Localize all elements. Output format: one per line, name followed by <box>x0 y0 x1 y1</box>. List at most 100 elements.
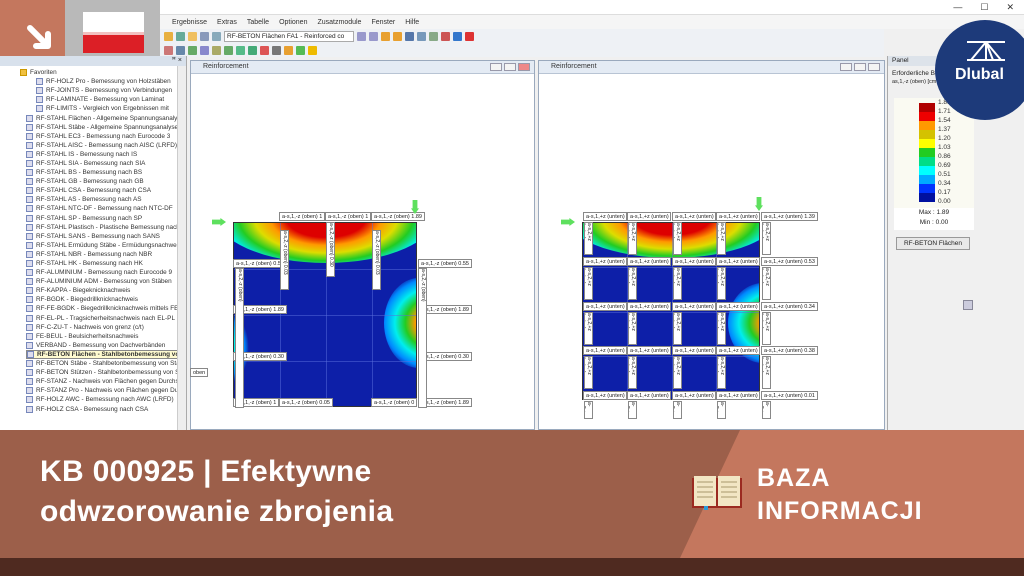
module-item[interactable]: RF-STANZ Pro - Nachweis von Flächen gege… <box>26 386 186 395</box>
result-label-vertical[interactable]: a-s,2,+z (unten) <box>762 222 771 255</box>
menu-ergebnisse[interactable]: Ergebnisse <box>172 19 207 26</box>
result-label-vertical[interactable]: a-s,2,+z (unten) <box>628 222 637 255</box>
result-label-vertical[interactable]: a-s,2,+z (unten) <box>628 401 637 419</box>
result-label-vertical[interactable]: a-s,2,-z (oben) <box>418 268 427 408</box>
minimize-view-button[interactable] <box>840 63 852 71</box>
toolbar-icon[interactable] <box>453 31 462 41</box>
result-label[interactable]: a-s,1,+z (unten) <box>672 391 716 400</box>
menu-extras[interactable]: Extras <box>217 19 237 26</box>
result-label[interactable]: a-s,1,-z (oben) 1 <box>325 212 372 221</box>
toolbar-icon[interactable] <box>176 31 185 41</box>
result-label[interactable]: a-s,1,+z (unten) <box>716 212 760 221</box>
module-item[interactable]: RF-STAHL BS - Bemessung nach BS <box>26 168 186 177</box>
result-label[interactable]: a-s,1,+z (unten) 0.34 <box>761 302 818 311</box>
favorites-folder[interactable]: Favoriten <box>20 68 186 77</box>
menu-optionen[interactable]: Optionen <box>279 19 307 26</box>
result-label[interactable]: a-s,1,+z (unten) 0.01 <box>761 391 818 400</box>
toolbar-icon[interactable] <box>164 31 173 41</box>
maximize-button[interactable]: ☐ <box>980 2 988 13</box>
close-button[interactable]: ✕ <box>1006 2 1014 13</box>
module-item[interactable]: RF-KAPPA - Biegeknicknachweis <box>26 286 186 295</box>
toolbar-icon[interactable] <box>176 45 185 55</box>
result-label-vertical[interactable]: a-s,2,+z (unten) <box>673 356 682 389</box>
result-label-vertical[interactable]: a-s,2,-z (oben) 0.03 <box>372 230 381 290</box>
module-item[interactable]: RF-HOLZ CSA - Bemessung nach CSA <box>26 404 186 413</box>
result-label[interactable]: a-s,1,-z (oben) 0.55 <box>233 259 287 268</box>
result-label[interactable]: a-s,1,+z (unten) <box>716 346 760 355</box>
minimize-button[interactable]: — <box>953 2 962 13</box>
toolbar-icon[interactable] <box>357 31 366 41</box>
toolbar-icon[interactable] <box>296 45 305 55</box>
result-label-vertical[interactable]: a-s,2,+z (unten) <box>717 312 726 345</box>
result-label[interactable]: a-s,1,+z (unten) <box>583 257 627 266</box>
result-label-vertical[interactable]: a-s,2,+z (unten) <box>628 312 637 345</box>
toolbar-icon[interactable] <box>393 31 402 41</box>
result-label-vertical[interactable]: a-s,2,-z (oben) 0.30 <box>326 222 335 277</box>
result-label[interactable]: a-s,1,+z (unten) <box>583 391 627 400</box>
result-label-vertical[interactable]: a-s,2,+z (unten) <box>584 401 593 419</box>
module-item[interactable]: RF-STAHL SIA - Bemessung nach SIA <box>26 159 186 168</box>
restore-view-button[interactable] <box>504 63 516 71</box>
result-label[interactable]: a-s,1,+z (unten) <box>627 391 671 400</box>
module-item[interactable]: RF-BGDK - Biegedrillknicknachweis <box>26 295 186 304</box>
module-item[interactable]: RF-STAHL Ermüdung Stäbe - Ermüdungsnachw… <box>26 241 186 250</box>
menu-hilfe[interactable]: Hilfe <box>405 19 419 26</box>
module-item[interactable]: RF-STAHL SANS - Bemessung nach SANS <box>26 232 186 241</box>
toolbar-icon[interactable] <box>369 31 378 41</box>
result-label-vertical[interactable]: a-s,2,+z (unten) <box>762 401 771 419</box>
result-label[interactable]: a-s,1,+z (unten) <box>672 346 716 355</box>
toolbar-icon[interactable] <box>248 45 257 55</box>
result-label-vertical[interactable]: a-s,2,+z (unten) <box>717 356 726 389</box>
menu-zusatzmodule[interactable]: Zusatzmodule <box>317 19 361 26</box>
result-label-vertical[interactable]: a-s,2,+z (unten) <box>584 222 593 255</box>
module-item[interactable]: RF-BETON Stäbe - Stahlbetonbemessung von… <box>26 359 186 368</box>
module-item[interactable]: VERBAND - Bemessung von Dachverbänden <box>26 341 186 350</box>
result-label-vertical[interactable]: a-s,2,+z (unten) <box>673 312 682 345</box>
result-label[interactable]: a-s,1,+z (unten) <box>672 212 716 221</box>
result-label[interactable]: a-s,1,-z (oben) 1 <box>279 212 326 221</box>
result-label[interactable]: a-s,1,+z (unten) 1.39 <box>761 212 818 221</box>
load-case-combo[interactable]: RF-BETON Flächen FA1 - Reinforced co <box>224 30 354 42</box>
module-item[interactable]: RF-LIMITS - Vergleich von Ergebnissen mi… <box>36 104 186 113</box>
toolbar-icon[interactable] <box>164 45 173 55</box>
result-label-vertical[interactable]: a-s,2,+z (unten) <box>584 267 593 300</box>
result-label[interactable]: a-s,1,+z (unten) 0.53 <box>761 257 818 266</box>
module-item[interactable]: RF-ALUMINIUM - Bemessung nach Eurocode 9 <box>26 268 186 277</box>
module-item[interactable]: RF-STAHL CSA - Bemessung nach CSA <box>26 186 186 195</box>
result-label[interactable]: a-s,1,+z (unten) <box>583 302 627 311</box>
toolbar-icon[interactable] <box>405 31 414 41</box>
result-label-vertical[interactable]: a-s,2,+z (unten) <box>717 267 726 300</box>
module-item[interactable]: RF-FE-BGDK - Biegedrillknicknachweis mit… <box>26 304 186 313</box>
result-label[interactable]: a-s,1,-z (oben) 0.55 <box>418 259 472 268</box>
toolbar-icon[interactable] <box>272 45 281 55</box>
module-item[interactable]: RF-HOLZ AWC - Bemessung nach AWC (LRFD) <box>26 395 186 404</box>
result-label[interactable]: a-s,1,+z (unten) <box>716 257 760 266</box>
result-label[interactable]: a-s,1,+z (unten) <box>716 302 760 311</box>
result-label[interactable]: a-s,1,-z (oben) 1.89 <box>371 212 425 221</box>
toolbar-icon[interactable] <box>417 31 426 41</box>
module-item[interactable]: RF-STAHL IS - Bemessung nach IS <box>26 150 186 159</box>
module-item[interactable]: RF-ALUMINIUM ADM - Bemessung von Stäben <box>26 277 186 286</box>
result-label[interactable]: a-s,1,+z (unten) <box>583 346 627 355</box>
rf-beton-flaechen-button[interactable]: RF-BETON Flächen <box>896 237 970 250</box>
result-label[interactable]: a-s,1,-z (oben) 0 <box>371 398 418 407</box>
result-label[interactable]: a-s,1,+z (unten) <box>672 257 716 266</box>
result-label[interactable]: a-s,1,+z (unten) <box>627 346 671 355</box>
module-item[interactable]: RF-STAHL EC3 - Bemessung nach Eurocode 3 <box>26 132 186 141</box>
menu-fenster[interactable]: Fenster <box>371 19 395 26</box>
menu-tabelle[interactable]: Tabelle <box>247 19 269 26</box>
contour-plot-bottom-reinforcement[interactable] <box>582 222 760 400</box>
module-item[interactable]: RF-STAHL NTC-DF - Bemessung nach NTC-DF <box>26 204 186 213</box>
module-item[interactable]: RF-HOLZ Pro - Bemessung von Holzstäben <box>36 77 186 86</box>
module-item[interactable]: RF-C-ZU-T - Nachweis von grenz (c/t) <box>26 323 186 332</box>
result-label-vertical[interactable]: a-s,2,+z (unten) <box>628 267 637 300</box>
module-item[interactable]: RF-BETON Stützen - Stahlbetonbemessung v… <box>26 368 186 377</box>
toolbar-icon[interactable] <box>465 31 474 41</box>
result-label-vertical[interactable]: a-s,2,+z (unten) <box>584 356 593 389</box>
toolbar-icon[interactable] <box>236 45 245 55</box>
toolbar-icon[interactable] <box>308 45 317 55</box>
toolbar-icon[interactable] <box>381 31 390 41</box>
module-item[interactable]: RF-STAHL Stäbe - Allgemeine Spannungsana… <box>26 123 186 132</box>
toolbar-icon[interactable] <box>188 31 197 41</box>
toolbar-icon[interactable] <box>188 45 197 55</box>
